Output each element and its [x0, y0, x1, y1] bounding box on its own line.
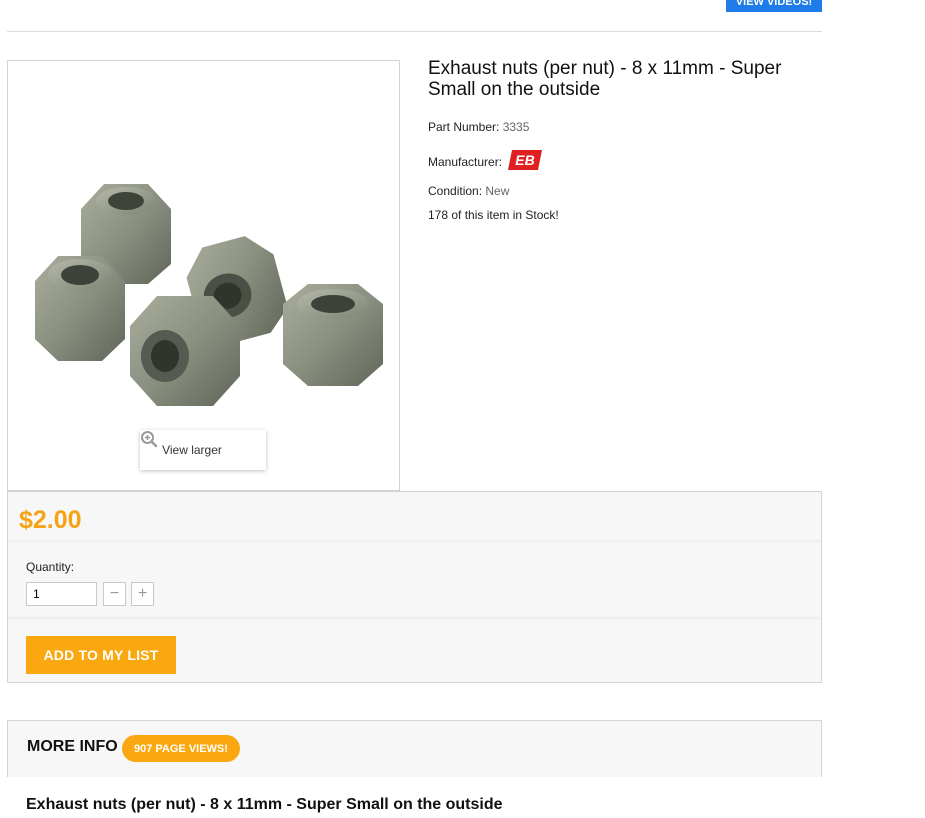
price: $2.00	[19, 506, 82, 534]
quantity-increase-button[interactable]: +	[131, 582, 154, 606]
quantity-label: Quantity:	[26, 560, 75, 574]
description-title: Exhaust nuts (per nut) - 8 x 11mm - Supe…	[26, 796, 503, 813]
part-number-row: Part Number: 3335	[428, 120, 529, 134]
condition-value: New	[485, 184, 510, 198]
quantity-input[interactable]	[26, 582, 97, 606]
zoom-in-icon	[141, 431, 244, 459]
more-info-header: MORE INFO 907 PAGE VIEWS!	[7, 720, 822, 777]
stock-status: 178 of this item in Stock!	[428, 208, 559, 222]
view-larger-label: View larger	[162, 443, 222, 457]
condition-row: Condition: New	[428, 184, 509, 198]
page-views-badge: 907 PAGE VIEWS!	[122, 735, 240, 762]
purchase-divider	[8, 617, 821, 621]
manufacturer-row: Manufacturer: EB	[428, 148, 544, 175]
more-info-title: MORE INFO	[27, 738, 118, 755]
quantity-decrease-button[interactable]: −	[103, 582, 126, 606]
part-number-label: Part Number:	[428, 120, 500, 134]
add-to-list-button[interactable]: ADD TO MY LIST	[26, 636, 176, 674]
condition-label: Condition:	[428, 184, 483, 198]
purchase-divider	[8, 540, 821, 544]
product-image-container[interactable]: View larger	[7, 60, 400, 491]
manufacturer-logo[interactable]: EB	[508, 148, 544, 175]
view-larger-button[interactable]: View larger	[140, 430, 266, 470]
svg-text:EB: EB	[515, 152, 534, 168]
product-title: Exhaust nuts (per nut) - 8 x 11mm - Supe…	[428, 58, 782, 100]
view-videos-button[interactable]: VIEW VIDEOS!	[726, 0, 822, 12]
part-number-value: 3335	[502, 120, 530, 134]
purchase-panel: $2.00 Quantity: − + ADD TO MY LIST	[7, 491, 822, 683]
header-divider	[7, 31, 822, 32]
product-image-exhaust-nuts[interactable]	[8, 61, 399, 490]
manufacturer-label: Manufacturer:	[428, 154, 503, 169]
